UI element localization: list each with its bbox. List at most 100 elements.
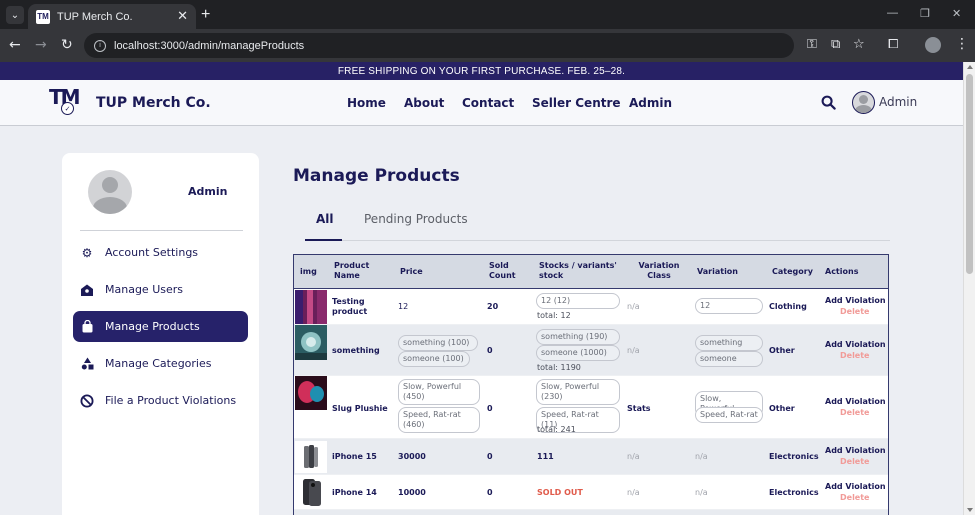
brand-logo[interactable]: TM ✓ [49,85,87,118]
scroll-up-icon[interactable] [967,65,973,69]
th-stocks: Stocks / variants' stock [539,261,617,280]
table-header: img Product Name Price Sold Count Stocks… [294,255,888,289]
back-icon[interactable]: ← [9,37,21,53]
table-row: iPhone 14 10000 0 SOLD OUT n/a n/a Elect… [294,475,888,510]
stock-total: total: 1190 [537,363,581,372]
product-thumbnail[interactable] [295,290,327,324]
tab-title: TUP Merch Co. [57,10,133,23]
profile-avatar-icon[interactable] [925,37,941,53]
sidebar-item-manage-categories[interactable]: Manage Categories [73,348,248,379]
add-violation-button[interactable]: Add Violation [825,482,886,491]
tab-search-icon[interactable]: ⌄ [6,6,24,24]
nav-contact[interactable]: Contact [462,96,514,110]
user-name-label[interactable]: Admin [879,95,917,109]
install-app-icon[interactable]: ⧉ [831,37,840,52]
variation: n/a [695,452,708,461]
browser-tab[interactable]: TM TUP Merch Co. ✕ [28,4,196,29]
sidebar-item-label: Manage Users [105,283,183,296]
sold-count: 0 [487,346,493,355]
tabs-divider [305,240,890,241]
product-name: Slug Plushie [332,404,388,413]
nav-seller-centre[interactable]: Seller Centre [532,96,621,110]
delete-button[interactable]: Delete [840,457,869,466]
th-category: Category [772,267,813,276]
add-violation-button[interactable]: Add Violation [825,296,886,305]
variation-class: n/a [627,302,640,311]
shapes-icon [80,357,94,371]
stock-pill: something (190) [536,329,620,345]
password-key-icon[interactable]: ⚿ [807,37,817,52]
th-actions: Actions [825,267,859,276]
product-thumbnail[interactable] [295,441,327,473]
th-img: img [300,267,317,276]
delete-button[interactable]: Delete [840,307,869,316]
sold-count: 0 [487,488,493,497]
sidebar-item-account-settings[interactable]: ⚙ Account Settings [73,237,248,268]
table-row: iPhone 15 30000 0 111 n/a n/a Electronic… [294,439,888,475]
price-pill: Speed, Rat-rat (460) [398,407,480,433]
user-avatar[interactable] [852,91,875,114]
window-close-icon[interactable]: ✕ [952,7,961,20]
reload-icon[interactable]: ↻ [61,37,73,53]
table-row: Testing product 12 20 12 (12) total: 12 … [294,290,888,325]
th-variation: Variation [697,267,738,276]
delete-button[interactable]: Delete [840,493,869,502]
price-pill: Slow, Powerful (450) [398,379,480,405]
nav-about[interactable]: About [404,96,444,110]
sold-out-badge: SOLD OUT [537,488,583,497]
variation-pill: Speed, Rat-rat [695,407,763,423]
sidebar-item-file-violations[interactable]: File a Product Violations [73,385,248,416]
variation-pill: something [695,335,763,351]
browser-menu-icon[interactable]: ⋮ [955,36,969,52]
add-violation-button[interactable]: Add Violation [825,397,886,406]
tab-all[interactable]: All [316,212,334,226]
sidebar-item-label: Manage Products [105,320,200,333]
variation-pill: 12 [695,298,763,314]
sidebar-item-label: Manage Categories [105,357,212,370]
sidebar-divider [80,230,243,231]
restore-icon[interactable]: ❐ [920,7,930,20]
delete-button[interactable]: Delete [840,351,869,360]
th-variation-class: Variation Class [638,261,680,280]
brand-name[interactable]: TUP Merch Co. [96,95,211,111]
variation-class: Stats [627,404,651,413]
sidebar-item-label: Account Settings [105,246,199,259]
stock-total: total: 241 [537,425,576,434]
omnibox[interactable]: i localhost:3000/admin/manageProducts [84,33,794,58]
scroll-down-icon[interactable] [967,508,973,512]
logo-check-icon: ✓ [61,102,74,115]
site-info-icon[interactable]: i [94,39,106,52]
product-name: something [332,346,380,355]
sold-count: 20 [487,302,499,311]
price-pill: someone (100) [398,351,470,367]
browser-tab-bar: ⌄ TM TUP Merch Co. ✕ + — ❐ ✕ [0,0,975,29]
variation-class: n/a [627,488,640,497]
favicon-icon: TM [36,9,50,24]
nav-home[interactable]: Home [347,96,386,110]
price-pill: something (100) [398,335,478,351]
sidebar-item-manage-users[interactable]: Manage Users [73,274,248,305]
delete-button[interactable]: Delete [840,408,869,417]
nav-admin[interactable]: Admin [629,96,672,110]
page-scrollbar[interactable] [963,62,975,515]
scroll-thumb[interactable] [966,74,973,274]
product-thumbnail[interactable] [295,476,327,508]
ban-icon [80,394,94,408]
tab-close-icon[interactable]: ✕ [177,9,188,24]
new-tab-icon[interactable]: + [201,6,210,24]
forward-icon[interactable]: → [35,37,47,53]
variation-pill: someone [695,351,763,367]
sidebar-item-manage-products[interactable]: Manage Products [73,311,248,342]
url-text[interactable]: localhost:3000/admin/manageProducts [114,40,304,52]
variation-class: n/a [627,346,640,355]
extensions-icon[interactable]: ⧠ [888,37,898,52]
minimize-icon[interactable]: — [887,7,898,19]
page-title: Manage Products [293,166,460,186]
bookmark-star-icon[interactable]: ☆ [853,37,865,52]
search-icon[interactable] [821,95,836,110]
add-violation-button[interactable]: Add Violation [825,340,886,349]
tab-pending-products[interactable]: Pending Products [364,212,504,226]
product-thumbnail[interactable] [295,376,327,410]
product-thumbnail[interactable] [295,325,327,360]
add-violation-button[interactable]: Add Violation [825,446,886,455]
